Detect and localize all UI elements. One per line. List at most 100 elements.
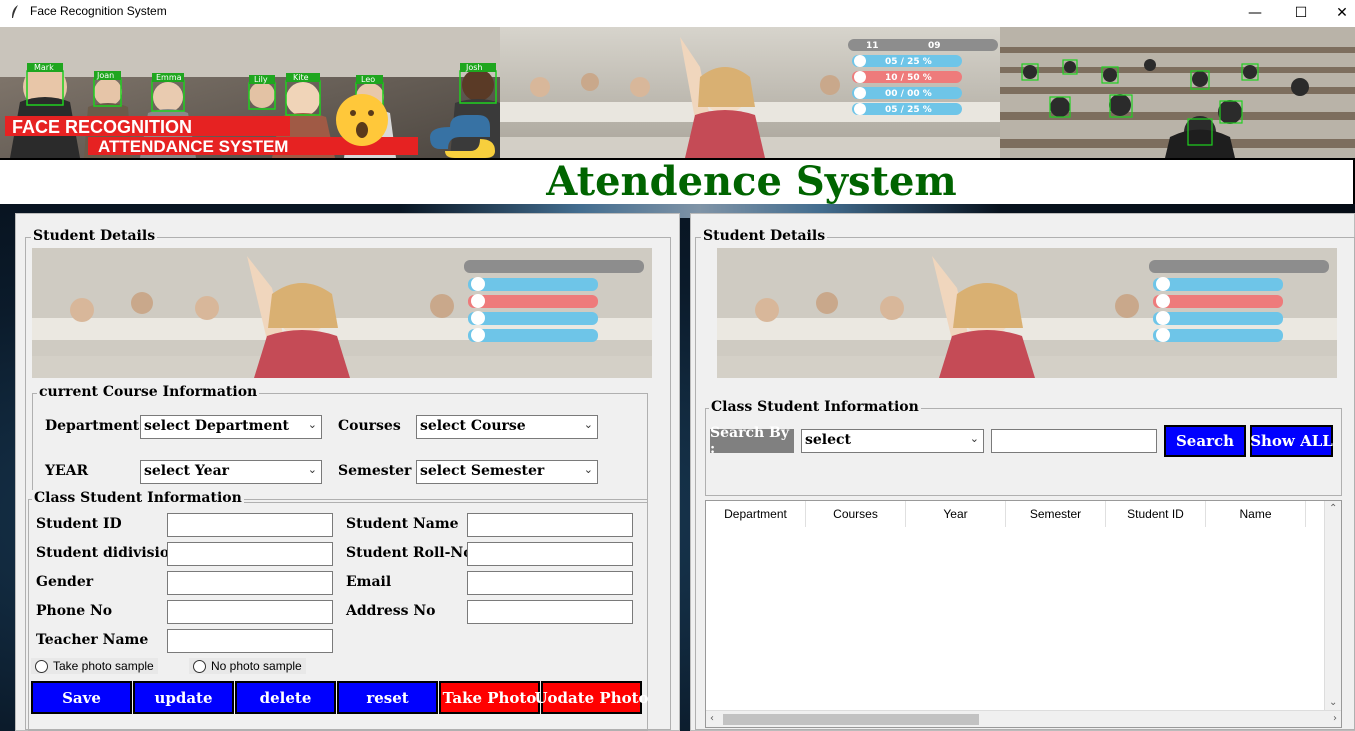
scroll-up-icon[interactable]: ⌃: [1329, 503, 1337, 514]
column-header-name[interactable]: Name: [1206, 501, 1306, 527]
class-student-info-frame: Class Student Information Student ID Stu…: [28, 490, 649, 731]
stat-down: 09: [928, 41, 941, 51]
frame-title: Student Details: [31, 228, 158, 244]
save-button[interactable]: Save: [31, 681, 132, 714]
courses-select-value: select Course: [420, 418, 526, 434]
column-header-year[interactable]: Year: [906, 501, 1006, 527]
student-id-label: Student ID: [36, 516, 122, 532]
update-photo-button[interactable]: Uodate Photo: [534, 681, 649, 714]
radio-circle-icon: [193, 659, 206, 673]
face-tag: Lily: [254, 75, 268, 84]
scroll-down-icon[interactable]: ⌄: [1329, 697, 1337, 708]
class-student-search-frame: Class Student Information Search By : se…: [705, 399, 1342, 496]
frame-title: Class Student Information: [32, 490, 244, 506]
search-button[interactable]: Search: [1164, 425, 1246, 457]
stat-row: 05 / 25 %: [885, 57, 932, 67]
year-select[interactable]: select Year ⌄: [140, 460, 322, 484]
address-input[interactable]: [467, 600, 633, 624]
face-tag: Leo: [361, 75, 375, 84]
phone-label: Phone No: [36, 603, 113, 619]
no-photo-sample-radio[interactable]: No photo sample: [189, 658, 306, 674]
year-select-value: select Year: [144, 463, 230, 479]
face-tag: Joan: [96, 71, 114, 80]
column-header-courses[interactable]: Courses: [806, 501, 906, 527]
vertical-scrollbar[interactable]: ⌃ ⌄: [1324, 501, 1341, 710]
semester-label: Semester: [338, 463, 412, 479]
update-button[interactable]: update: [133, 681, 234, 714]
face-tag: Mark: [34, 63, 54, 72]
search-by-select[interactable]: select ⌄: [801, 429, 984, 453]
semester-select-value: select Semester: [420, 463, 545, 479]
column-header-department[interactable]: Department: [706, 501, 806, 527]
classroom-photo: [32, 248, 652, 378]
table-header: Department Courses Year Semester Student…: [706, 501, 1306, 527]
chevron-down-icon: ⌄: [307, 463, 317, 476]
banner-image-classroom: 11 09 05 / 25 % 10 / 50 % 00 / 00 % 05 /…: [500, 27, 1000, 158]
radio-circle-icon: [35, 659, 48, 673]
delete-button[interactable]: delete: [235, 681, 336, 714]
search-by-select-value: select: [805, 432, 852, 448]
banner-caption-line1: FACE RECOGNITION: [12, 117, 192, 137]
column-header-student-id[interactable]: Student ID: [1106, 501, 1206, 527]
chevron-down-icon: ⌄: [307, 418, 317, 431]
frame-title: current Course Information: [37, 384, 260, 400]
stat-row: 05 / 25 %: [885, 105, 932, 115]
take-photo-button[interactable]: Take Photo: [439, 681, 540, 714]
face-tag: Emma: [156, 73, 182, 82]
teacher-name-label: Teacher Name: [36, 632, 149, 648]
roll-no-label: Student Roll-No: [346, 545, 473, 561]
courses-select[interactable]: select Course ⌄: [416, 415, 598, 439]
minimize-button[interactable]: —: [1232, 0, 1278, 25]
stat-row: 00 / 00 %: [885, 89, 932, 99]
student-details-frame: Student Details Class Student Informatio…: [695, 228, 1355, 730]
student-name-label: Student Name: [346, 516, 459, 532]
window-title: Face Recognition System: [30, 4, 167, 18]
window-titlebar: Face Recognition System — ☐ ✕: [0, 0, 1355, 25]
face-tag: Kite: [293, 73, 309, 82]
gender-input[interactable]: [167, 571, 333, 595]
student-name-input[interactable]: [467, 513, 633, 537]
close-button[interactable]: ✕: [1319, 0, 1355, 25]
maximize-button[interactable]: ☐: [1278, 0, 1324, 25]
search-by-label: Search By :: [710, 425, 794, 457]
page-title: Atendence System: [546, 158, 957, 205]
radio-label: No photo sample: [211, 659, 302, 673]
email-input[interactable]: [467, 571, 633, 595]
teacher-name-input[interactable]: [167, 629, 333, 653]
frame-title: Class Student Information: [709, 399, 921, 415]
student-details-frame: Student Details current Course Informati…: [25, 228, 671, 731]
gender-label: Gender: [36, 574, 94, 590]
header-bar: Atendence System: [0, 158, 1355, 206]
student-table[interactable]: Department Courses Year Semester Student…: [705, 500, 1342, 728]
student-details-panel-left: Student Details current Course Informati…: [15, 213, 680, 731]
address-label: Address No: [346, 603, 436, 619]
chevron-down-icon: ⌄: [583, 418, 593, 431]
banner-caption-line2: ATTENDANCE SYSTEM: [98, 137, 288, 156]
banner-image-lecture-hall: [1000, 27, 1355, 158]
column-header-semester[interactable]: Semester: [1006, 501, 1106, 527]
show-all-button[interactable]: Show ALL: [1250, 425, 1333, 457]
horizontal-scrollbar[interactable]: ‹ ›: [706, 710, 1341, 727]
horizontal-scroll-thumb[interactable]: [723, 714, 979, 725]
chevron-down-icon: ⌄: [583, 463, 593, 476]
department-select[interactable]: select Department ⌄: [140, 415, 322, 439]
take-photo-sample-radio[interactable]: Take photo sample: [31, 658, 158, 674]
reset-button[interactable]: reset: [337, 681, 438, 714]
current-course-frame: current Course Information Department se…: [32, 384, 648, 503]
student-id-input[interactable]: [167, 513, 333, 537]
classroom-photo: [717, 248, 1337, 378]
scroll-left-icon[interactable]: ‹: [710, 713, 714, 724]
feather-icon: [12, 5, 18, 18]
scroll-right-icon[interactable]: ›: [1333, 713, 1337, 724]
phone-input[interactable]: [167, 600, 333, 624]
search-input[interactable]: [991, 429, 1157, 453]
frame-title: Student Details: [701, 228, 828, 244]
department-select-value: select Department: [144, 418, 289, 434]
email-label: Email: [346, 574, 392, 590]
year-label: YEAR: [45, 463, 89, 479]
division-input[interactable]: [167, 542, 333, 566]
roll-no-input[interactable]: [467, 542, 633, 566]
stat-row: 10 / 50 %: [885, 73, 932, 83]
semester-select[interactable]: select Semester ⌄: [416, 460, 598, 484]
banner-image-face-recognition: Mark Joan Emma Lily Kite Leo Josh FACE R…: [0, 27, 500, 158]
